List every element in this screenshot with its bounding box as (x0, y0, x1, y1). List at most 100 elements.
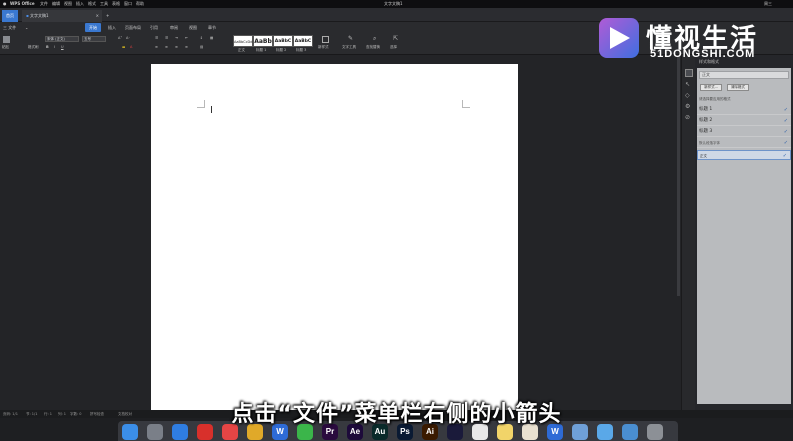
align-center-icon[interactable]: ≡ (165, 45, 168, 49)
text-tools-label[interactable]: 文字工具 (342, 45, 356, 50)
highlight-icon[interactable]: ▬ (122, 45, 125, 49)
new-style-label[interactable]: 新样式 (318, 45, 329, 50)
tab-review[interactable]: 审阅 (170, 23, 178, 32)
check-icon: ✓ (783, 118, 788, 124)
shading-icon[interactable]: ▧ (200, 45, 203, 49)
apply-format-label: 请选择要应用的格式 (699, 97, 731, 101)
style-list-item[interactable]: 默认段落字体 ✓ (697, 138, 791, 148)
style-heading-1[interactable]: AaBb (253, 35, 273, 47)
tab-page-layout[interactable]: 页面布局 (125, 23, 141, 32)
apple-icon[interactable]: ● (3, 0, 7, 8)
plus-icon[interactable]: + (102, 10, 113, 22)
file-arrow-icon[interactable]: ⌄ (25, 23, 28, 32)
menu-item[interactable]: 文件 (40, 0, 48, 8)
style-heading-3-caption: 标题 3 (296, 48, 307, 52)
font-grow-icon[interactable]: A⁺ (118, 36, 122, 40)
format-painter-label[interactable]: 格式刷 (28, 45, 39, 50)
video-subtitle: 点击“文件”菜单栏右侧的小箭头 (231, 402, 562, 427)
style-heading-2-caption: 标题 2 (276, 48, 287, 52)
numbering-icon[interactable]: ☰ (165, 36, 168, 40)
style-list-item[interactable]: 标题 2 ✓ (697, 116, 791, 126)
paste-icon[interactable] (3, 36, 10, 43)
style-list-item-label: 标题 3 (699, 129, 713, 134)
text-tools-icon[interactable]: ✎ (348, 35, 353, 42)
current-style-field[interactable]: 正文 (699, 71, 789, 79)
justify-icon[interactable]: ≡ (185, 45, 188, 49)
menu-item[interactable]: 视图 (64, 0, 72, 8)
menu-item[interactable]: 编辑 (52, 0, 60, 8)
font-color-icon[interactable]: A (130, 45, 132, 49)
align-left-icon[interactable]: ≡ (155, 45, 158, 49)
menu-item[interactable]: 插入 (76, 0, 84, 8)
tab-home-ribbon[interactable]: 开始 (85, 23, 101, 32)
bold-icon[interactable]: B (46, 45, 49, 49)
underline-icon[interactable]: U (61, 45, 64, 49)
limit-icon[interactable]: ⊘ (685, 114, 693, 122)
select-label[interactable]: 选择 (390, 45, 397, 50)
style-list-item[interactable]: 标题 3 ✓ (697, 127, 791, 137)
style-normal-caption: 正文 (238, 48, 245, 52)
align-right-icon[interactable]: ≡ (175, 45, 178, 49)
outdent-icon[interactable]: ⇤ (185, 36, 188, 40)
watermark-subtitle: 51DONGSHI.COM (650, 48, 756, 60)
bullets-icon[interactable]: ☰ (155, 36, 158, 40)
menu-item[interactable]: 窗口 (124, 0, 132, 8)
watermark-logo-icon (599, 18, 639, 58)
menu-item[interactable]: 表格 (112, 0, 120, 8)
indent-icon[interactable]: ⇥ (175, 36, 178, 40)
settings-icon[interactable]: ⚙ (685, 103, 693, 111)
shape-icon[interactable]: ◇ (685, 92, 693, 100)
find-replace-icon[interactable]: ⌕ (373, 35, 376, 43)
window-title: 文字文稿1 (384, 1, 403, 6)
tab-document[interactable]: ▪ 文字文稿1 × (22, 10, 102, 22)
document-page[interactable] (151, 64, 518, 414)
menu-bar: ● WPS Office 文件 编辑 视图 插入 格式 工具 表格 窗口 帮助 … (0, 0, 793, 8)
style-heading-1-caption: 标题 1 (256, 48, 267, 52)
menu-item[interactable]: 帮助 (136, 0, 144, 8)
menu-item[interactable]: 格式 (88, 0, 96, 8)
menu-item[interactable]: 工具 (100, 0, 108, 8)
text-cursor (211, 106, 212, 113)
style-heading-2-preview: AaBbC (274, 39, 292, 44)
tab-references[interactable]: 引用 (150, 23, 158, 32)
font-size-select[interactable]: 五号 (82, 36, 106, 42)
select-tool-icon[interactable]: ↖ (685, 81, 693, 89)
style-list-item-label: 默认段落字体 (699, 141, 720, 145)
new-style-icon[interactable] (322, 36, 329, 43)
style-list-item-selected[interactable]: 正文 ✓ (697, 150, 791, 160)
style-list-item-label: 正文 (700, 154, 707, 158)
tab-insert[interactable]: 插入 (108, 23, 116, 32)
style-list-item[interactable]: 标题 1 ✓ (697, 105, 791, 115)
margin-corner-tl (197, 100, 205, 108)
style-normal[interactable]: AaBbCcDd (233, 35, 253, 47)
close-icon[interactable]: × (96, 10, 99, 22)
tab-chapter[interactable]: 章节 (208, 23, 216, 32)
new-style-button[interactable]: 新样式... (700, 84, 722, 91)
find-replace-label[interactable]: 查找替换 (366, 45, 380, 50)
select-icon[interactable]: ⇱ (393, 35, 398, 42)
clear-format-button[interactable]: 清除格式 (727, 84, 749, 91)
side-icon-bar: ↖ ◇ ⚙ ⊘ (681, 55, 695, 410)
font-shrink-icon[interactable]: A⁻ (126, 36, 130, 40)
styles-panel-icon[interactable] (685, 69, 693, 77)
tab-document-label: 文字文稿1 (30, 13, 49, 18)
font-name-select[interactable]: 宋体 (正文) (45, 36, 79, 42)
tab-view[interactable]: 视图 (189, 23, 197, 32)
margin-corner-tr (462, 100, 470, 108)
tab-home-label: 首页 (6, 13, 14, 18)
border-icon[interactable]: ▦ (210, 36, 213, 40)
style-heading-3-preview: AaBbC (294, 39, 312, 44)
doc-icon: ▪ (26, 13, 29, 18)
style-normal-preview: AaBbCcDd (234, 40, 253, 44)
vertical-scrollbar[interactable] (677, 56, 680, 296)
check-icon: ✓ (783, 140, 788, 146)
tab-home[interactable]: 首页 (2, 10, 18, 22)
file-menu-button[interactable]: 三 文件 (3, 23, 16, 32)
style-list-item-label: 标题 1 (699, 107, 713, 112)
app-menu[interactable]: WPS Office (10, 0, 35, 8)
style-heading-2[interactable]: AaBbC (273, 35, 293, 47)
check-icon: ✓ (782, 153, 787, 159)
line-spacing-icon[interactable]: ↕ (200, 36, 203, 40)
style-heading-3[interactable]: AaBbC (293, 35, 313, 47)
italic-icon[interactable]: I (54, 45, 55, 49)
